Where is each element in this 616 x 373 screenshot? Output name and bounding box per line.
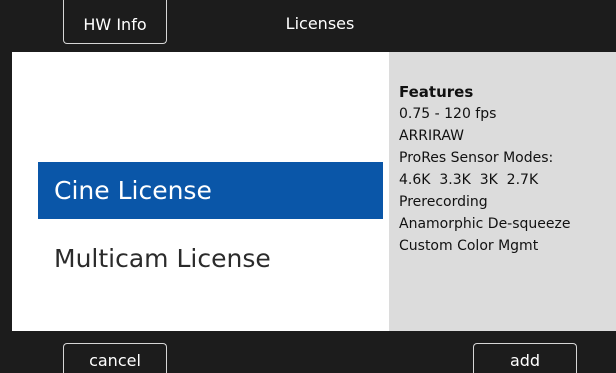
license-item-cine[interactable]: Cine License (38, 162, 383, 219)
main-content: Cine License Multicam License Features 0… (12, 52, 616, 331)
feature-line: Custom Color Mgmt (399, 238, 539, 254)
licenses-screen: HW Info Licenses Cine License Multicam L… (0, 0, 616, 373)
cancel-button[interactable]: cancel (63, 343, 167, 373)
license-item-multicam[interactable]: Multicam License (38, 230, 383, 287)
features-heading: Features (399, 83, 474, 101)
feature-line: Prerecording (399, 194, 488, 210)
license-list: Cine License Multicam License (12, 52, 389, 331)
page-title: Licenses (285, 14, 355, 33)
features-panel: Features 0.75 - 120 fps ARRIRAW ProRes S… (389, 52, 616, 331)
hw-info-button[interactable]: HW Info (63, 0, 167, 44)
feature-line: 0.75 - 120 fps (399, 106, 497, 122)
bottom-bar: cancel add (0, 331, 616, 373)
feature-line: ProRes Sensor Modes: (399, 150, 554, 166)
feature-line: Anamorphic De-squeeze (399, 216, 571, 232)
add-button[interactable]: add (473, 343, 577, 373)
feature-line: 4.6K 3.3K 3K 2.7K (399, 172, 539, 188)
top-bar: HW Info Licenses (0, 0, 616, 50)
feature-line: ARRIRAW (399, 128, 464, 144)
